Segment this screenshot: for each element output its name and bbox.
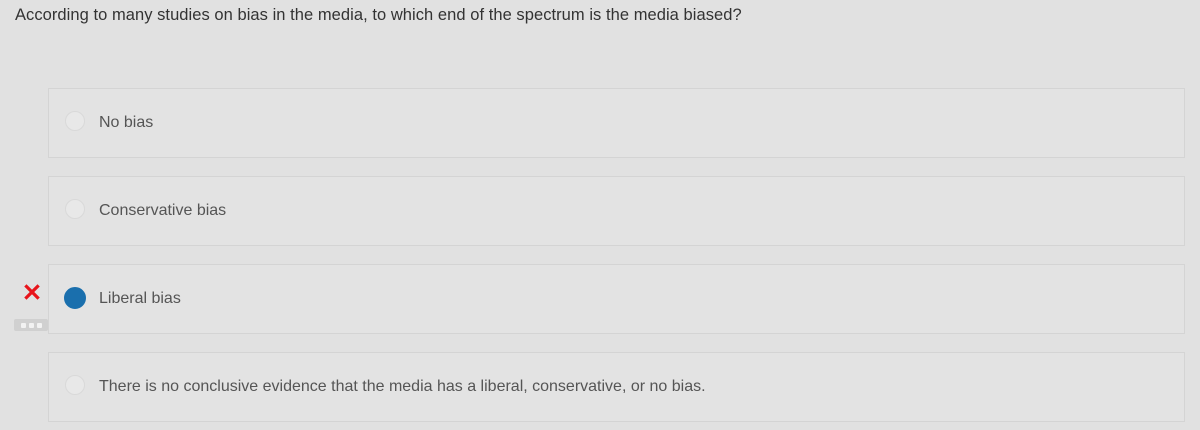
dot bbox=[28, 322, 34, 328]
radio-button[interactable] bbox=[65, 375, 85, 395]
radio-button[interactable] bbox=[65, 199, 85, 219]
x-icon bbox=[24, 284, 40, 300]
answer-options: No bias Conservative bias Liberal bias T… bbox=[48, 88, 1185, 430]
answer-option-liberal-bias[interactable]: Liberal bias bbox=[48, 264, 1185, 334]
answer-option-no-bias[interactable]: No bias bbox=[48, 88, 1185, 158]
answer-label: There is no conclusive evidence that the… bbox=[99, 378, 706, 395]
answer-option-conservative-bias[interactable]: Conservative bias bbox=[48, 176, 1185, 246]
answer-feedback bbox=[14, 282, 50, 334]
radio-button[interactable] bbox=[65, 111, 85, 131]
more-options-icon[interactable] bbox=[14, 319, 48, 331]
question-text: According to many studies on bias in the… bbox=[15, 6, 742, 24]
dot bbox=[20, 322, 26, 328]
answer-label: No bias bbox=[99, 114, 154, 131]
answer-label: Liberal bias bbox=[99, 290, 181, 307]
answer-label: Conservative bias bbox=[99, 202, 227, 219]
dot bbox=[36, 322, 42, 328]
radio-button-selected[interactable] bbox=[64, 287, 86, 309]
quiz-page: According to many studies on bias in the… bbox=[0, 0, 1200, 430]
answer-option-no-conclusive-evidence[interactable]: There is no conclusive evidence that the… bbox=[48, 352, 1185, 422]
